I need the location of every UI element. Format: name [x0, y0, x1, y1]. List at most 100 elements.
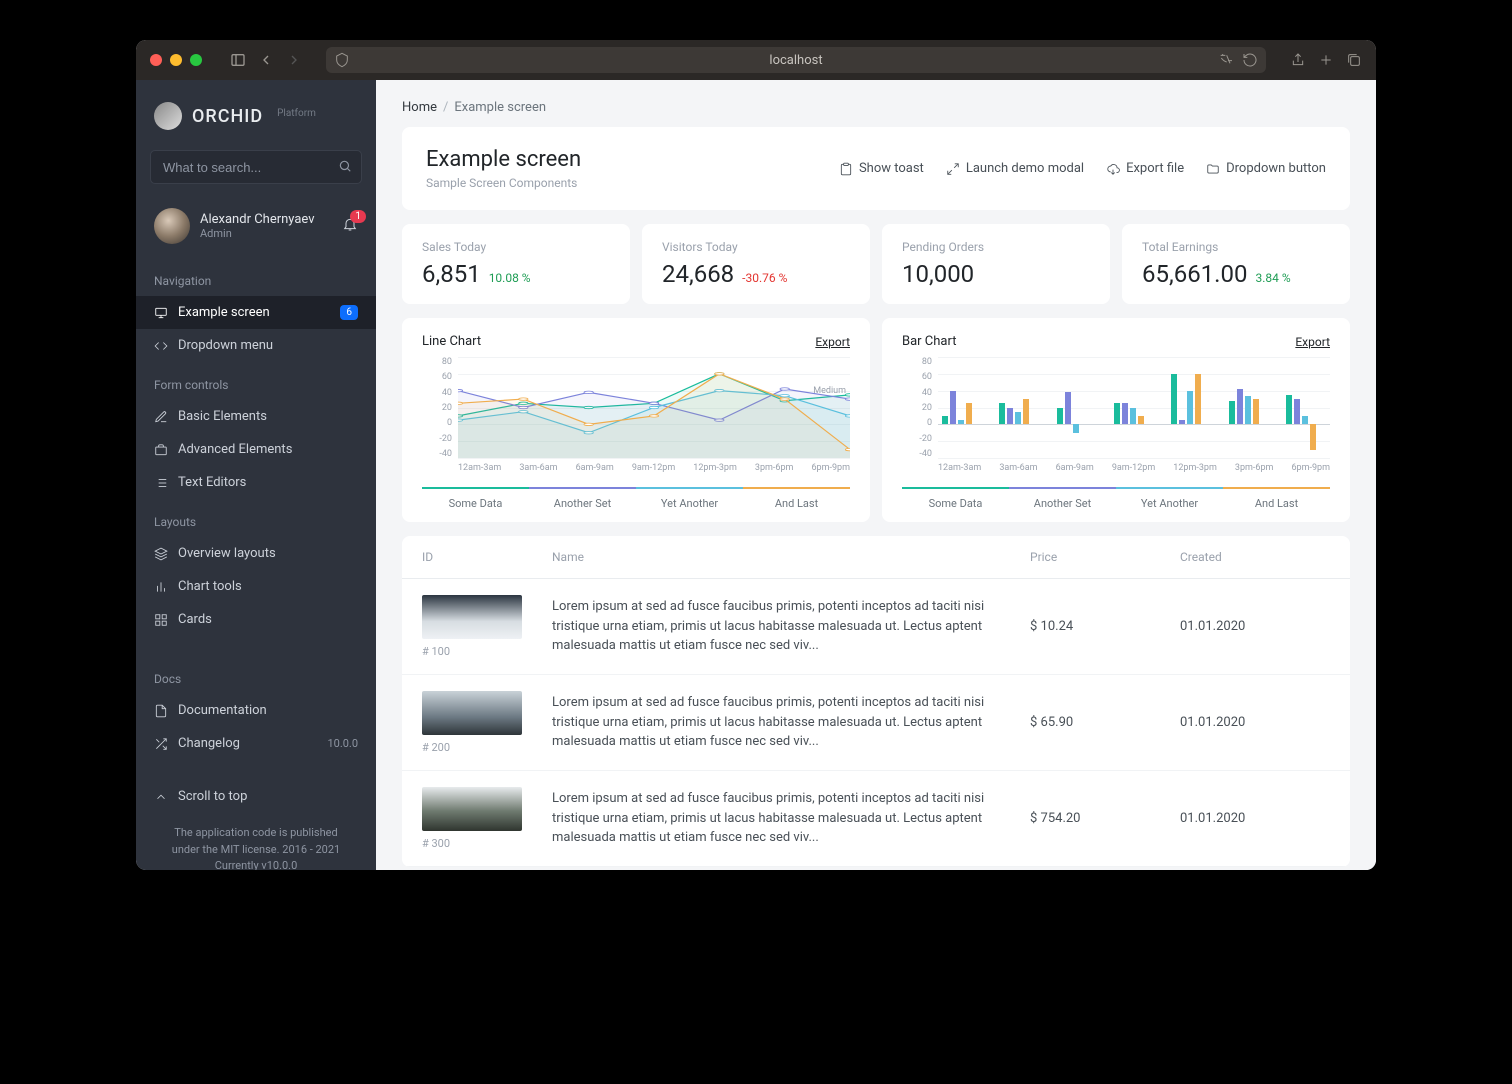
minimize-window[interactable]: [170, 54, 182, 66]
window-controls: [150, 54, 202, 66]
maximize-window[interactable]: [190, 54, 202, 66]
sidebar-item-documentation[interactable]: Documentation: [136, 694, 376, 727]
sidebar-item-label: Basic Elements: [178, 409, 267, 424]
bar-chart-icon: [154, 580, 168, 594]
row-id: # 300: [422, 837, 552, 850]
sidebar-item-changelog[interactable]: Changelog 10.0.0: [136, 727, 376, 760]
forward-icon: [286, 52, 302, 68]
page-title: Example screen: [426, 147, 581, 172]
new-tab-icon[interactable]: [1318, 52, 1334, 68]
row-name: Lorem ipsum at sed ad fusce faucibus pri…: [552, 693, 1030, 752]
sidebar-item-label: Advanced Elements: [178, 442, 292, 457]
notifications-badge: 1: [350, 210, 366, 223]
brand-logo-icon: [154, 102, 182, 130]
sidebar-item-basic[interactable]: Basic Elements: [136, 400, 376, 433]
stat-value: 24,668: [662, 260, 734, 288]
export-file-button[interactable]: Export file: [1106, 161, 1184, 176]
x-axis: 12am-3am3am-6am6am-9am9am-12pm12pm-3pm3p…: [458, 463, 850, 477]
row-thumbnail: [422, 787, 522, 831]
legend-item: And Last: [1223, 487, 1330, 510]
chart-export-link[interactable]: Export: [1295, 335, 1330, 349]
breadcrumb-home[interactable]: Home: [402, 100, 437, 115]
sidebar-item-example[interactable]: Example screen 6: [136, 296, 376, 329]
chart-export-link[interactable]: Export: [815, 335, 850, 349]
grid-icon: [154, 613, 168, 627]
tabs-icon[interactable]: [1346, 52, 1362, 68]
browser-window: localhost ORCHID Platform: [136, 40, 1376, 870]
table-row[interactable]: # 100 Lorem ipsum at sed ad fusce faucib…: [402, 579, 1350, 675]
bar-chart: 806040200-20-40 12am-3am3am-6am6am-9am9a…: [902, 357, 1330, 477]
share-icon[interactable]: [1290, 52, 1306, 68]
show-toast-button[interactable]: Show toast: [839, 161, 924, 176]
section-form-controls: Form controls: [136, 362, 376, 400]
chart-title: Line Chart: [422, 334, 481, 349]
chart-title: Bar Chart: [902, 334, 956, 349]
scroll-to-top-label: Scroll to top: [178, 789, 247, 804]
sidebar-item-label: Changelog: [178, 736, 240, 751]
breadcrumb-current: Example screen: [454, 100, 546, 115]
table-card: ID Name Price Created # 100 Lorem ipsum …: [402, 536, 1350, 867]
legend-item: And Last: [743, 487, 850, 510]
notifications-button[interactable]: 1: [342, 216, 358, 236]
dropdown-button[interactable]: Dropdown button: [1206, 161, 1326, 176]
translate-icon[interactable]: [1218, 52, 1234, 68]
x-axis: 12am-3am3am-6am6am-9am9am-12pm12pm-3pm3p…: [938, 463, 1330, 477]
search-icon[interactable]: [338, 159, 352, 177]
table-row[interactable]: # 200 Lorem ipsum at sed ad fusce faucib…: [402, 675, 1350, 771]
sidebar-item-cards[interactable]: Cards: [136, 603, 376, 636]
reload-icon[interactable]: [1242, 52, 1258, 68]
brand-title: ORCHID: [192, 106, 263, 127]
back-icon[interactable]: [258, 52, 274, 68]
user-menu[interactable]: Alexandr Chernyaev Admin 1: [136, 194, 376, 258]
shield-icon: [334, 52, 350, 68]
search: [150, 150, 362, 184]
search-input[interactable]: [150, 150, 362, 184]
maximize-icon: [946, 162, 960, 176]
stat-label: Total Earnings: [1142, 240, 1330, 254]
charts-row: Line Chart Export 806040200-20-40 Medium…: [402, 318, 1350, 522]
legend-item: Yet Another: [636, 487, 743, 510]
section-layouts: Layouts: [136, 499, 376, 537]
stat-label: Pending Orders: [902, 240, 1090, 254]
scroll-to-top-button[interactable]: Scroll to top: [136, 780, 376, 813]
sidebar-item-badge: 6: [340, 305, 358, 320]
brand-subtitle: Platform: [277, 108, 316, 119]
launch-modal-button[interactable]: Launch demo modal: [946, 161, 1084, 176]
stat-value: 65,661.00: [1142, 260, 1247, 288]
chart-legend: Some DataAnother SetYet AnotherAnd Last: [902, 487, 1330, 510]
row-thumbnail: [422, 691, 522, 735]
row-price: $ 10.24: [1030, 619, 1180, 634]
legend-item: Another Set: [529, 487, 636, 510]
legend-item: Yet Another: [1116, 487, 1223, 510]
sidebar-toggle-icon[interactable]: [230, 52, 246, 68]
sidebar-item-label: Dropdown menu: [178, 338, 273, 353]
row-price: $ 754.20: [1030, 811, 1180, 826]
sidebar-item-advanced[interactable]: Advanced Elements: [136, 433, 376, 466]
sidebar: ORCHID Platform Alexandr Chernyaev Admin…: [136, 80, 376, 870]
app-body: ORCHID Platform Alexandr Chernyaev Admin…: [136, 80, 1376, 870]
col-created: Created: [1180, 550, 1330, 564]
footer-note: The application code is published under …: [136, 813, 376, 870]
url-bar[interactable]: localhost: [326, 47, 1266, 73]
legend-item: Another Set: [1009, 487, 1116, 510]
breadcrumb-separator: /: [443, 100, 448, 115]
sidebar-item-label: Example screen: [178, 305, 270, 320]
table-row[interactable]: # 300 Lorem ipsum at sed ad fusce faucib…: [402, 771, 1350, 867]
sidebar-item-dropdown[interactable]: Dropdown menu: [136, 329, 376, 362]
sidebar-item-charts[interactable]: Chart tools: [136, 570, 376, 603]
row-price: $ 65.90: [1030, 715, 1180, 730]
brand[interactable]: ORCHID Platform: [136, 80, 376, 140]
sidebar-item-overview[interactable]: Overview layouts: [136, 537, 376, 570]
chevron-up-icon: [154, 790, 168, 804]
row-id: # 200: [422, 741, 552, 754]
avatar: [154, 208, 190, 244]
shuffle-icon: [154, 737, 168, 751]
titlebar: localhost: [136, 40, 1376, 80]
row-id: # 100: [422, 645, 552, 658]
sidebar-item-text[interactable]: Text Editors: [136, 466, 376, 499]
col-price: Price: [1030, 550, 1180, 564]
sidebar-item-label: Text Editors: [178, 475, 246, 490]
monitor-icon: [154, 306, 168, 320]
col-id: ID: [422, 550, 552, 564]
close-window[interactable]: [150, 54, 162, 66]
